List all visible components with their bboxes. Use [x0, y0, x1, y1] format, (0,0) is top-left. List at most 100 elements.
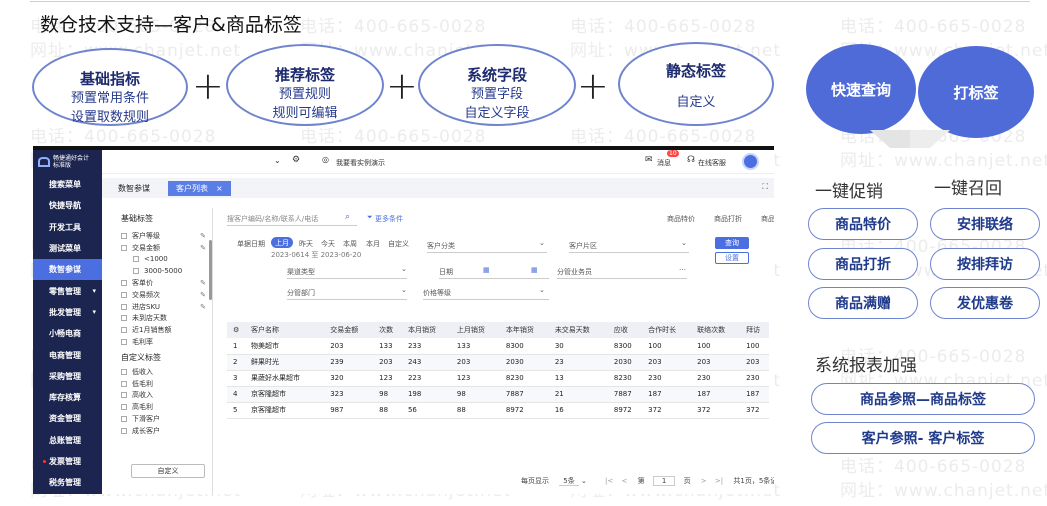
- online-service-link[interactable]: 在线客服: [698, 158, 726, 168]
- chevron-down-icon[interactable]: ⌄: [539, 286, 545, 294]
- column-header[interactable]: 次数: [373, 322, 402, 338]
- date-opt-last-month[interactable]: 上月: [271, 237, 293, 248]
- scrollbar[interactable]: [209, 240, 212, 300]
- search-input[interactable]: 搜客户编码/名称/联系人/电话: [227, 214, 318, 224]
- sidebar-item[interactable]: 搜索菜单: [33, 174, 102, 195]
- search-icon[interactable]: ⌕: [345, 212, 350, 222]
- checkbox[interactable]: [133, 268, 139, 275]
- product-ref-tag-button[interactable]: 商品参照—商品标签: [811, 383, 1035, 415]
- checkbox[interactable]: [121, 392, 127, 399]
- column-header[interactable]: 上月销货: [450, 322, 500, 338]
- message-icon[interactable]: ✉: [645, 155, 653, 165]
- tag-item[interactable]: 高收入: [111, 390, 212, 402]
- price-level-select[interactable]: 价格等级: [423, 288, 451, 298]
- tag-item[interactable]: 成长客户: [111, 425, 212, 437]
- sidebar-item[interactable]: 税务管理: [33, 472, 102, 493]
- sidebar-item[interactable]: 采购管理: [33, 366, 102, 387]
- checkbox[interactable]: [121, 315, 127, 322]
- column-header[interactable]: 联络次数: [691, 322, 741, 338]
- tool-special-price[interactable]: 商品特价: [667, 214, 695, 224]
- send-coupon-button[interactable]: 发优惠卷: [930, 287, 1040, 319]
- prev-page-icon[interactable]: <: [622, 477, 628, 485]
- table-row[interactable]: 2 鲜果时光 239 203 243 203 2030 23 2030 203 203 203: [227, 354, 769, 371]
- sidebar-item[interactable]: 测试菜单: [33, 238, 102, 259]
- query-button[interactable]: 查询: [715, 237, 749, 249]
- sidebar-item[interactable]: 小畅电商: [33, 323, 102, 344]
- sidebar-item[interactable]: 数智参谋: [33, 259, 102, 281]
- table-row[interactable]: 5 京客隆超市 987 88 56 88 8972 16 8972 372 372 372: [227, 402, 769, 419]
- tag-item[interactable]: 未到店天数: [111, 313, 212, 325]
- checkbox[interactable]: [133, 256, 139, 263]
- page-input[interactable]: 1: [652, 476, 676, 486]
- chevron-down-icon[interactable]: ⌄: [539, 239, 545, 247]
- sidebar-item[interactable]: 电商管理: [33, 344, 102, 365]
- table-row[interactable]: 1 物美超市 203 133 233 133 8300 30 8300 100 100 100: [227, 338, 769, 355]
- message-link[interactable]: 消息: [657, 158, 671, 168]
- tag-item[interactable]: 高毛利: [111, 401, 212, 413]
- date-opt[interactable]: 本月: [366, 239, 380, 249]
- tool-discount[interactable]: 商品打折: [714, 214, 742, 224]
- salesperson-select[interactable]: 分管业务员: [557, 267, 592, 277]
- quick-query-button[interactable]: 快速查询: [806, 44, 916, 134]
- customer-ref-tag-button[interactable]: 客户参照- 客户标签: [811, 422, 1035, 454]
- per-page-select[interactable]: 5条: [559, 477, 579, 486]
- tag-item[interactable]: 低收入: [111, 366, 212, 378]
- tab-customer-list[interactable]: 客户列表 ×: [168, 181, 231, 196]
- sidebar-item[interactable]: 快捷导航: [33, 195, 102, 216]
- checkbox[interactable]: [121, 404, 127, 411]
- more-conditions-link[interactable]: 更多条件: [375, 214, 403, 224]
- tag-item[interactable]: 交易金额 ✎: [111, 242, 212, 254]
- column-header[interactable]: 应收: [607, 322, 643, 338]
- date-opt[interactable]: 今天: [321, 239, 335, 249]
- column-header[interactable]: 拜访: [740, 322, 769, 338]
- checkbox[interactable]: [121, 232, 127, 239]
- headset-icon[interactable]: ☊: [687, 155, 695, 165]
- first-page-icon[interactable]: |<: [605, 477, 613, 485]
- column-header[interactable]: 交易金额: [324, 322, 374, 338]
- tool-gift[interactable]: 商品满赠: [761, 214, 774, 224]
- department-select[interactable]: 分管部门: [287, 288, 315, 298]
- expand-icon[interactable]: ⛶: [762, 182, 768, 192]
- gear-icon[interactable]: ⚙: [227, 322, 245, 338]
- checkbox[interactable]: [121, 380, 127, 387]
- arrange-contact-button[interactable]: 安排联络: [930, 208, 1040, 240]
- edit-icon[interactable]: ✎: [200, 291, 206, 299]
- edit-icon[interactable]: ✎: [200, 232, 206, 240]
- edit-icon[interactable]: ✎: [200, 244, 206, 252]
- close-icon[interactable]: ×: [216, 184, 223, 193]
- gear-icon[interactable]: ⚙: [292, 155, 300, 165]
- table-row[interactable]: 4 京客隆超市 323 98 198 98 7887 21 7887 187 187 187: [227, 386, 769, 403]
- tagging-button[interactable]: 打标签: [918, 46, 1034, 138]
- chevron-down-icon[interactable]: ⌄: [581, 477, 587, 485]
- eye-icon[interactable]: ◎: [322, 155, 329, 164]
- tag-item[interactable]: 进店SKU ✎: [111, 301, 212, 313]
- calendar-icon[interactable]: ▦: [483, 266, 490, 274]
- checkbox[interactable]: [121, 327, 127, 334]
- chevron-down-icon[interactable]: ⌄: [274, 156, 281, 165]
- sidebar-item[interactable]: 零售管理 ▾: [33, 280, 102, 301]
- table-row[interactable]: 3 果蔬好水果超市 320 123 223 123 8230 13 8230 230 230 230: [227, 370, 769, 387]
- tag-item[interactable]: <1000: [111, 254, 212, 266]
- custom-tag-button[interactable]: 自定义: [131, 464, 205, 478]
- filter-icon[interactable]: ⏷: [367, 213, 373, 222]
- sidebar-item[interactable]: 资金管理: [33, 408, 102, 429]
- checkbox[interactable]: [121, 427, 127, 434]
- sidebar-item[interactable]: 批发管理 ▾: [33, 302, 102, 323]
- edit-icon[interactable]: ✎: [200, 303, 206, 311]
- sidebar-item[interactable]: 总账管理: [33, 430, 102, 451]
- settings-button[interactable]: 设置: [715, 252, 749, 264]
- date-opt[interactable]: 昨天: [299, 239, 313, 249]
- checkbox[interactable]: [121, 291, 127, 298]
- last-page-icon[interactable]: >|: [715, 477, 723, 485]
- column-header[interactable]: 未交易天数: [548, 322, 608, 338]
- arrange-visit-button[interactable]: 按排拜访: [930, 248, 1040, 280]
- column-header[interactable]: 本年销货: [499, 322, 549, 338]
- tag-item[interactable]: 低毛利: [111, 378, 212, 390]
- chevron-down-icon[interactable]: ⌄: [681, 239, 687, 247]
- tab-data-advisor[interactable]: 数智参谋: [110, 181, 158, 196]
- demo-link[interactable]: 我要看实例演示: [336, 158, 385, 168]
- tag-item[interactable]: 客户等级 ✎: [111, 230, 212, 242]
- checkbox[interactable]: [121, 244, 127, 251]
- sidebar-item[interactable]: 库存核算: [33, 387, 102, 408]
- date-field[interactable]: 日期: [439, 267, 453, 277]
